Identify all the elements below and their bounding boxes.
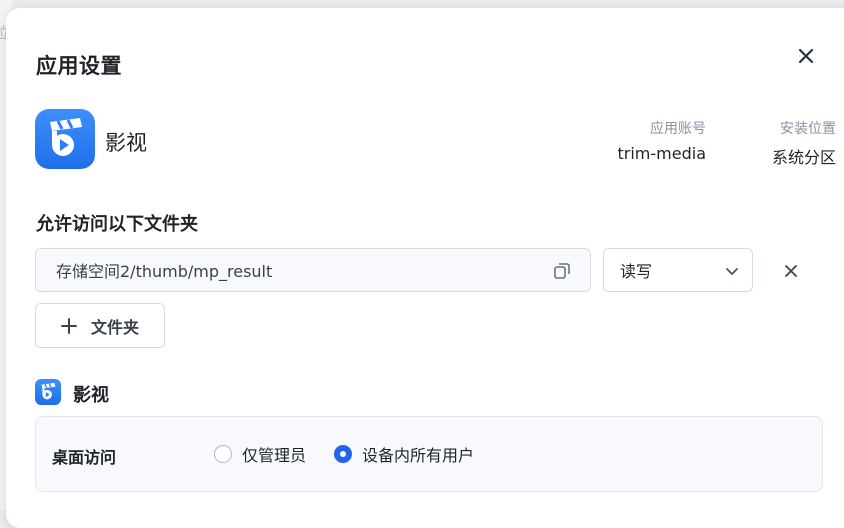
radio-unchecked-icon xyxy=(214,445,232,463)
close-button[interactable] xyxy=(792,42,820,70)
folder-access-title: 允许访问以下文件夹 xyxy=(36,214,198,235)
plus-icon xyxy=(60,317,77,334)
radio-checked-icon xyxy=(334,445,352,463)
desktop-access-label: 桌面访问 xyxy=(52,448,117,467)
close-icon xyxy=(798,48,814,64)
install-location-value: 系统分区 xyxy=(771,148,836,167)
close-icon xyxy=(785,265,797,277)
chevron-down-icon xyxy=(726,268,738,275)
install-location-label: 安装位置 xyxy=(780,121,836,137)
desktop-section-title: 影视 xyxy=(73,385,109,406)
permission-select[interactable]: 读写 xyxy=(603,248,753,292)
permission-value: 读写 xyxy=(620,262,653,281)
radio-all-users[interactable]: 设备内所有用户 xyxy=(334,442,474,466)
folder-path-field[interactable]: 存储空间2/thumb/mp_result xyxy=(35,248,591,292)
radio-all-users-label: 设备内所有用户 xyxy=(362,446,475,465)
radio-admin-only[interactable]: 仅管理员 xyxy=(214,442,306,466)
film-clapper-icon xyxy=(35,379,61,405)
app-name: 影视 xyxy=(105,131,147,155)
film-clapper-icon xyxy=(35,109,95,169)
app-account-label: 应用账号 xyxy=(650,121,706,137)
app-settings-dialog: 应用设置 影视 应用账号 trim-media 安装位置 系统分区 允许访问以下… xyxy=(6,8,844,528)
copy-icon[interactable] xyxy=(552,261,572,281)
radio-admin-only-label: 仅管理员 xyxy=(242,446,307,465)
dialog-title: 应用设置 xyxy=(36,54,122,78)
app-account-value: trim-media xyxy=(617,144,707,163)
desktop-access-panel: 桌面访问 仅管理员 设备内所有用户 xyxy=(35,416,823,492)
add-folder-label: 文件夹 xyxy=(90,317,139,337)
remove-folder-button[interactable] xyxy=(778,258,804,284)
add-folder-button[interactable]: 文件夹 xyxy=(35,303,165,348)
folder-path-text: 存储空间2/thumb/mp_result xyxy=(56,262,273,281)
